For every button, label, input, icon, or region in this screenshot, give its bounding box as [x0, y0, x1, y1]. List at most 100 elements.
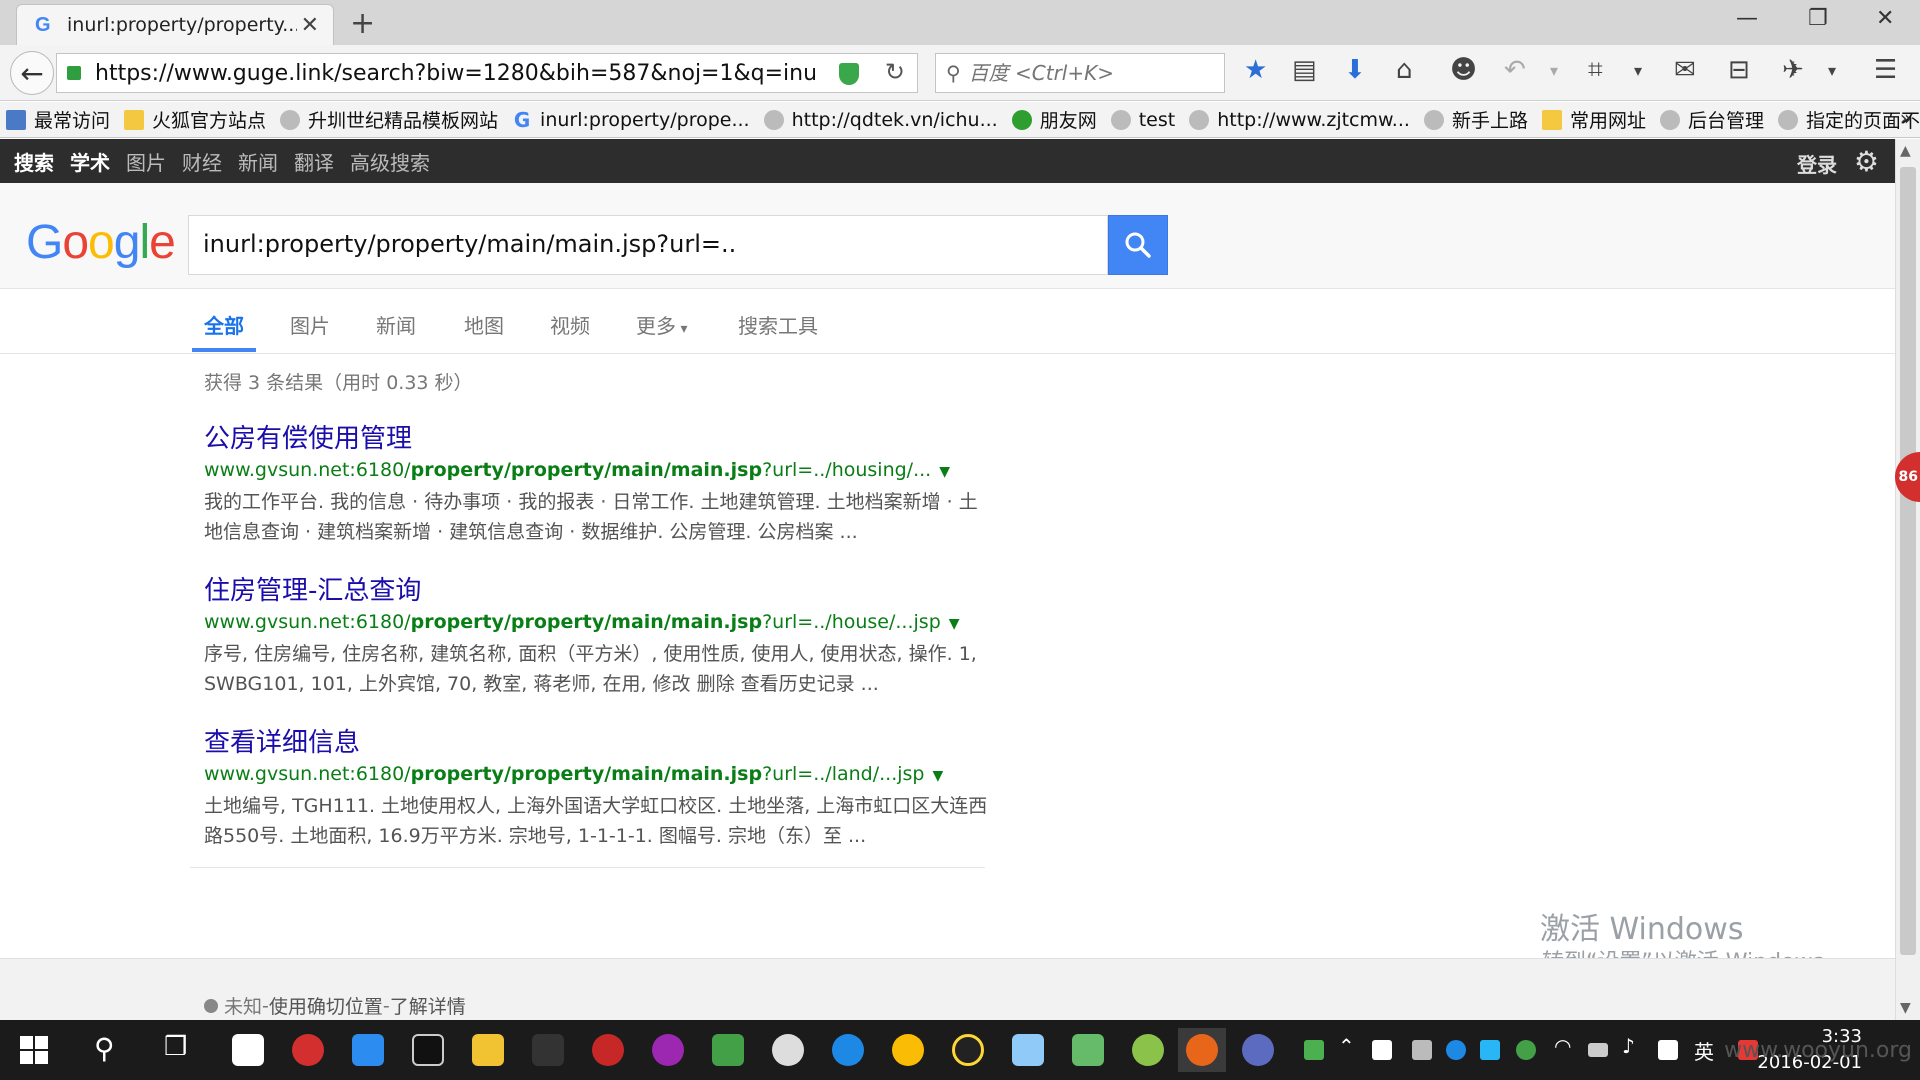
new-tab-button[interactable]: +: [350, 6, 375, 41]
app-triangle-icon[interactable]: [712, 1034, 744, 1066]
firefox-active-slot[interactable]: [1178, 1028, 1226, 1072]
browser-tab-active[interactable]: G inurl:property/property... ✕: [16, 4, 334, 45]
app-green-ball-icon[interactable]: [1132, 1034, 1164, 1066]
bookmark-item[interactable]: http://www.zjtcmw...: [1189, 109, 1410, 131]
extension-dropdown-icon[interactable]: ▾: [1828, 61, 1836, 80]
gear-icon[interactable]: ⚙: [1854, 145, 1879, 178]
minimize-window-icon[interactable]: —: [1736, 6, 1758, 31]
bookmark-item[interactable]: 最常访问: [6, 106, 110, 133]
gbar-item[interactable]: 高级搜索: [350, 147, 430, 176]
wifi-icon[interactable]: ◠: [1554, 1034, 1571, 1058]
gbar-item[interactable]: 财经: [182, 147, 222, 176]
task-view-icon[interactable]: ❒: [164, 1032, 187, 1062]
bookmark-item[interactable]: 新手上路: [1423, 106, 1528, 133]
chrome-icon[interactable]: [892, 1034, 924, 1066]
tray-app-icon[interactable]: [1372, 1040, 1392, 1060]
browser-search-box[interactable]: ⚲: [935, 53, 1225, 93]
scroll-up-icon[interactable]: ▲: [1900, 143, 1911, 159]
download-icon[interactable]: ⬇: [1344, 55, 1366, 85]
app-blue-icon[interactable]: [352, 1034, 384, 1066]
browser-search-input[interactable]: [968, 61, 1209, 85]
search-box[interactable]: [188, 215, 1108, 275]
search-tab[interactable]: 视频: [550, 310, 590, 339]
search-input[interactable]: [189, 216, 1069, 272]
undo-icon[interactable]: ↶: [1504, 55, 1526, 85]
result-title-link[interactable]: 公房有偿使用管理: [204, 424, 412, 454]
extension-icon[interactable]: ✈: [1782, 55, 1804, 85]
result-title-link[interactable]: 住房管理-汇总查询: [204, 576, 421, 606]
scroll-down-icon[interactable]: ▼: [1900, 1000, 1911, 1016]
search-tab[interactable]: 新闻: [376, 310, 416, 339]
bookmark-item[interactable]: 火狐官方站点: [124, 106, 266, 133]
login-link[interactable]: 登录: [1797, 149, 1837, 178]
undo-dropdown-icon[interactable]: ▾: [1550, 61, 1558, 80]
shield-icon[interactable]: [839, 63, 859, 85]
page-scrollbar[interactable]: ▲ ▼: [1895, 139, 1920, 1020]
crop-screenshot-icon[interactable]: ⌗: [1588, 55, 1603, 86]
bookmark-item[interactable]: 指定的页面不存在: [1777, 106, 1920, 133]
file-explorer-icon[interactable]: [472, 1034, 504, 1066]
search-tab[interactable]: 图片: [290, 310, 330, 339]
bookmark-item[interactable]: Ginurl:property/prope...: [512, 109, 750, 131]
search-icon[interactable]: ⚲: [94, 1032, 115, 1065]
gbar-item[interactable]: 搜索: [14, 147, 54, 176]
search-tab[interactable]: 更多 ▾: [636, 310, 687, 339]
tray-battery-app-icon[interactable]: [1304, 1040, 1324, 1060]
back-button[interactable]: ←: [10, 51, 54, 95]
search-tab[interactable]: 全部: [204, 310, 244, 339]
menu-icon[interactable]: ☰: [1874, 55, 1897, 85]
gbar-item[interactable]: 新闻: [238, 147, 278, 176]
url-text[interactable]: https://www.guge.link/search?biw=1280&bi…: [95, 61, 815, 86]
qq-icon[interactable]: [952, 1034, 984, 1066]
result-menu-caret-icon[interactable]: ▼: [949, 616, 960, 632]
clock-app-icon[interactable]: [772, 1034, 804, 1066]
app-red-globe-icon[interactable]: [292, 1034, 324, 1066]
app-earth-icon[interactable]: [1242, 1034, 1274, 1066]
reading-list-icon[interactable]: ▤: [1292, 55, 1317, 85]
chat-icon[interactable]: ☻: [1450, 55, 1477, 85]
tray-plus-icon[interactable]: [1516, 1040, 1536, 1060]
bookmarks-overflow-icon[interactable]: »: [1900, 106, 1912, 130]
bookmark-item[interactable]: 升圳世纪精品模板网站: [280, 106, 498, 133]
app-image-icon[interactable]: [1072, 1034, 1104, 1066]
result-menu-caret-icon[interactable]: ▼: [932, 768, 943, 784]
bookmark-item[interactable]: http://qdtek.vn/ichu...: [763, 109, 998, 131]
scroll-thumb[interactable]: [1900, 167, 1916, 955]
learn-more-link[interactable]: 了解详情: [390, 992, 466, 1019]
restore-window-icon[interactable]: ❐: [1808, 6, 1828, 31]
action-center-icon[interactable]: [1658, 1040, 1678, 1060]
train-icon[interactable]: ⊟: [1728, 55, 1750, 85]
use-precise-location-link[interactable]: 使用确切位置: [269, 992, 383, 1019]
ime-indicator[interactable]: 英: [1694, 1036, 1714, 1065]
url-bar[interactable]: https://www.guge.link/search?biw=1280&bi…: [56, 53, 918, 93]
bookmark-star-icon[interactable]: ★: [1244, 55, 1267, 85]
windows-start-icon[interactable]: [20, 1036, 48, 1064]
bookmark-item[interactable]: test: [1110, 109, 1175, 131]
gbar-item[interactable]: 翻译: [294, 147, 334, 176]
terminal-icon[interactable]: [412, 1034, 444, 1066]
home-icon[interactable]: ⌂: [1396, 55, 1413, 85]
google-logo[interactable]: Google: [26, 215, 176, 270]
bookmark-item[interactable]: 常用网址: [1541, 106, 1646, 133]
result-title-link[interactable]: 查看详细信息: [204, 728, 360, 758]
tray-expand-icon[interactable]: ⌃: [1338, 1034, 1355, 1058]
app-square-icon[interactable]: [532, 1034, 564, 1066]
battery-icon[interactable]: [1588, 1043, 1608, 1057]
tray-ie-icon[interactable]: [1480, 1040, 1500, 1060]
close-tab-icon[interactable]: ✕: [301, 13, 319, 38]
screenshot-dropdown-icon[interactable]: ▾: [1634, 61, 1642, 80]
search-button[interactable]: [1108, 215, 1168, 275]
store-icon[interactable]: [232, 1034, 264, 1066]
volume-icon[interactable]: ♪: [1622, 1034, 1635, 1058]
gbar-item[interactable]: 学术: [70, 147, 110, 176]
app-colorful-icon[interactable]: [652, 1034, 684, 1066]
close-window-icon[interactable]: ✕: [1876, 6, 1894, 31]
tray-search-icon[interactable]: [1446, 1040, 1466, 1060]
search-tab[interactable]: 搜索工具: [738, 310, 818, 339]
bookmark-item[interactable]: 朋友网: [1011, 106, 1097, 133]
virtualbox-icon[interactable]: [1012, 1034, 1044, 1066]
search-tab[interactable]: 地图: [464, 310, 504, 339]
gbar-item[interactable]: 图片: [126, 147, 166, 176]
comment-icon[interactable]: ✉: [1674, 55, 1696, 85]
app-bug-icon[interactable]: [592, 1034, 624, 1066]
